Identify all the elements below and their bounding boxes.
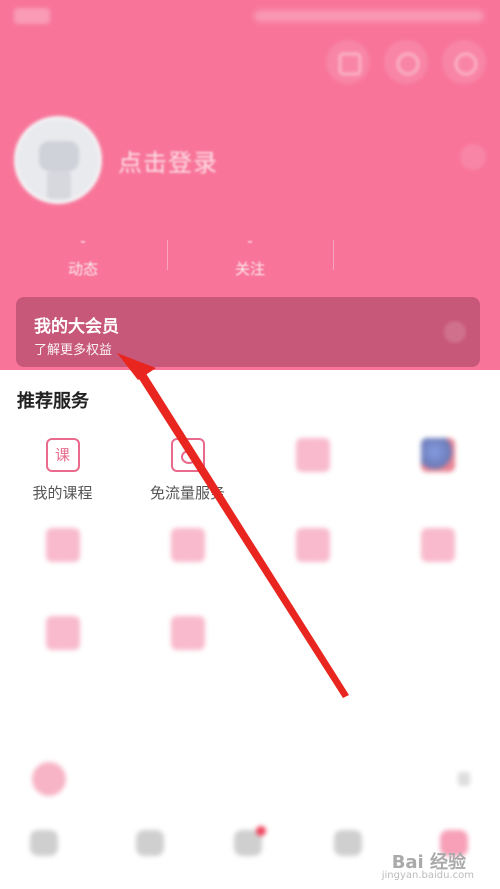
globe-icon	[420, 438, 455, 472]
login-link[interactable]: 点击登录	[118, 143, 218, 178]
service-free-data[interactable]: 免流量服务	[125, 438, 250, 503]
service-item[interactable]	[250, 528, 375, 572]
pink-icon	[295, 528, 330, 562]
nav-channel[interactable]	[120, 830, 180, 862]
profile-header: 点击登录 - 动态 - 关注 我的大会员 了解更多权益	[0, 0, 500, 370]
service-item[interactable]	[0, 528, 125, 572]
nav-home[interactable]	[14, 830, 74, 862]
gift-icon	[295, 438, 330, 472]
stat-followers[interactable]	[352, 232, 472, 258]
course-icon-glyph: 课	[54, 446, 70, 464]
service-label: 免流量服务	[149, 484, 225, 502]
service-item[interactable]	[125, 616, 250, 660]
notification-badge	[256, 826, 266, 836]
chevron-right-icon	[444, 321, 466, 343]
pink-icon	[170, 528, 205, 562]
profile-stats: - 动态 - 关注	[0, 232, 500, 282]
stat-following[interactable]: - 关注	[190, 232, 310, 279]
stats-divider	[333, 240, 334, 270]
vip-benefits-link[interactable]: 了解更多权益	[34, 339, 112, 358]
service-item[interactable]	[375, 438, 500, 482]
vip-title: 我的大会员	[34, 317, 119, 337]
night-mode-icon[interactable]	[442, 40, 486, 84]
stat-dynamic-value: -	[80, 232, 86, 250]
status-bar-time	[14, 8, 50, 24]
stat-dynamic[interactable]: - 动态	[23, 232, 143, 279]
stats-divider	[167, 240, 168, 270]
dynamic-icon	[234, 826, 266, 856]
mall-icon	[334, 830, 362, 856]
chevron-right-icon	[458, 772, 470, 786]
list-item-icon	[32, 762, 66, 796]
pink-icon	[45, 528, 80, 562]
theme-icon[interactable]	[384, 40, 428, 84]
vip-membership-card[interactable]: 我的大会员 了解更多权益	[16, 297, 480, 367]
nav-dynamic[interactable]	[218, 826, 278, 862]
header-actions	[326, 40, 486, 84]
service-item[interactable]	[125, 528, 250, 572]
service-label: 我的课程	[32, 484, 93, 502]
channel-icon	[136, 830, 164, 856]
list-item[interactable]	[32, 762, 482, 800]
avatar-placeholder-body	[47, 171, 71, 199]
pink-icon	[45, 616, 80, 650]
section-title-recommended: 推荐服务	[17, 391, 89, 412]
nav-mall[interactable]	[318, 830, 378, 862]
watermark-url: jingyan.baidu.com	[381, 870, 474, 881]
status-bar-indicators	[254, 10, 484, 22]
free-data-icon	[170, 438, 205, 472]
home-icon	[30, 830, 58, 856]
service-item[interactable]	[375, 528, 500, 572]
pink-icon	[170, 616, 205, 650]
stat-following-label: 关注	[234, 260, 265, 278]
course-icon: 课	[45, 438, 80, 472]
chevron-right-icon[interactable]	[460, 144, 486, 170]
service-my-courses[interactable]: 课 我的课程	[0, 438, 125, 503]
service-item[interactable]	[0, 616, 125, 660]
scan-icon[interactable]	[326, 40, 370, 84]
stat-dynamic-label: 动态	[67, 260, 98, 278]
service-item[interactable]	[250, 438, 375, 482]
stat-followers-value	[352, 232, 472, 250]
stat-following-value: -	[247, 232, 253, 250]
pink-icon	[420, 528, 455, 562]
avatar-placeholder-icon	[39, 141, 79, 171]
avatar[interactable]	[14, 116, 102, 204]
